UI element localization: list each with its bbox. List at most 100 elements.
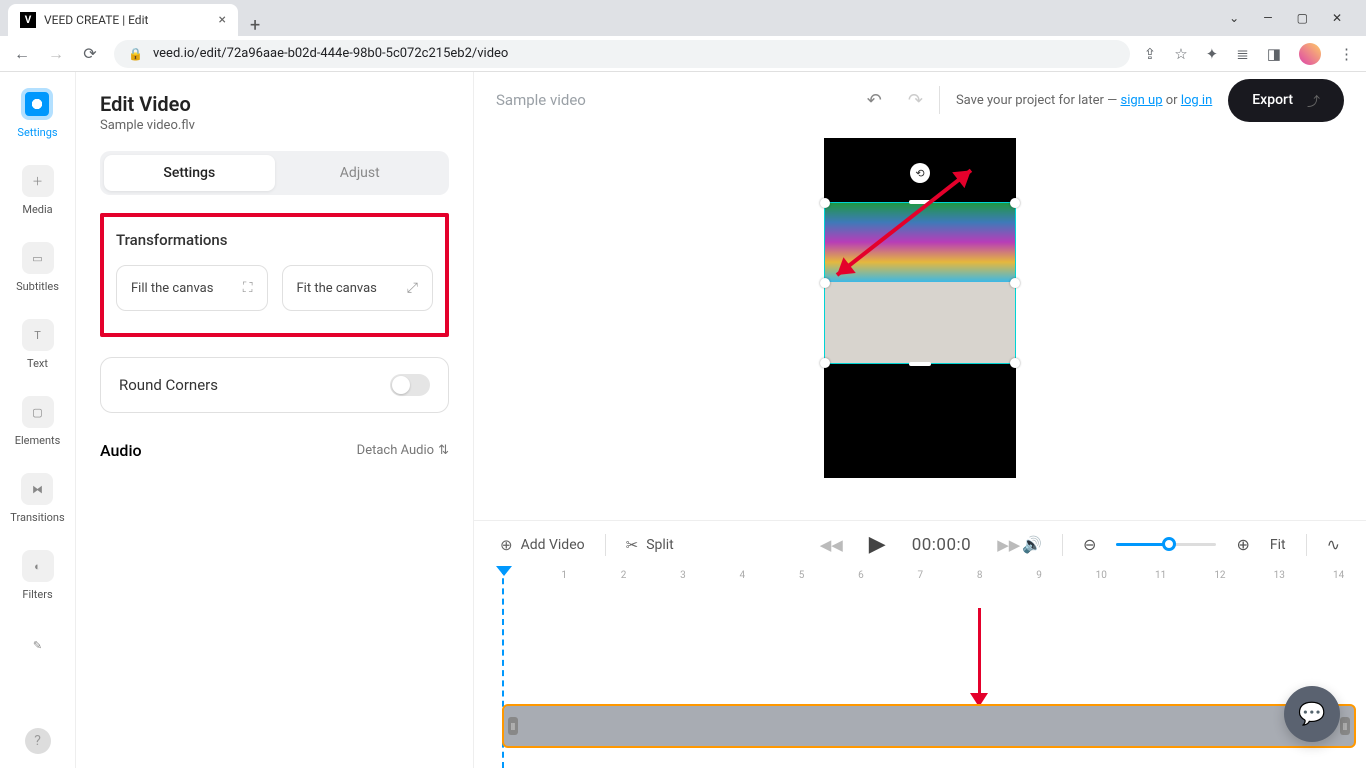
star-icon[interactable]: ☆ bbox=[1174, 45, 1187, 63]
export-button[interactable]: Export ⤴ bbox=[1228, 79, 1344, 122]
tick: 4 bbox=[739, 570, 745, 581]
sidebar-item-filters[interactable]: ◐ Filters bbox=[22, 550, 54, 601]
split-button[interactable]: ✂ Split bbox=[626, 536, 674, 554]
tick: 13 bbox=[1274, 570, 1285, 581]
sidebar-label: Elements bbox=[15, 434, 61, 447]
subtitles-icon: ▭ bbox=[22, 242, 54, 274]
resize-handle[interactable] bbox=[1010, 278, 1020, 288]
add-video-button[interactable]: ⊕ Add Video bbox=[500, 536, 585, 554]
sidebar-label: Filters bbox=[22, 588, 52, 601]
zoom-slider[interactable] bbox=[1116, 543, 1216, 546]
plus-icon: ＋ bbox=[22, 165, 54, 197]
skip-back-icon[interactable]: ◀◀ bbox=[820, 536, 843, 554]
edit-panel: Edit Video Sample video.flv Settings Adj… bbox=[76, 72, 474, 768]
minimize-icon[interactable]: — bbox=[1263, 11, 1272, 25]
button-label: Detach Audio bbox=[357, 443, 434, 458]
resize-handle[interactable] bbox=[820, 358, 830, 368]
elements-icon: ▢ bbox=[22, 396, 54, 428]
resize-handle[interactable] bbox=[1010, 358, 1020, 368]
transitions-icon: ⧓ bbox=[21, 473, 53, 505]
reading-list-icon[interactable]: ≣ bbox=[1236, 45, 1249, 63]
clip-handle-left[interactable]: || bbox=[508, 717, 518, 735]
zoom-out-icon[interactable]: ⊖ bbox=[1083, 535, 1096, 554]
detach-audio-button[interactable]: Detach Audio ⇅ bbox=[357, 443, 449, 458]
zoom-in-icon[interactable]: ⊕ bbox=[1236, 535, 1249, 554]
fill-canvas-button[interactable]: Fill the canvas ⛶ bbox=[116, 265, 268, 311]
undo-icon[interactable]: ↶ bbox=[867, 90, 882, 111]
extensions-icon[interactable]: ✦ bbox=[1206, 45, 1219, 63]
chat-support-button[interactable]: 💬 bbox=[1284, 686, 1340, 742]
video-clip[interactable]: || || bbox=[502, 704, 1356, 748]
timeline-toolbar: ⊕ Add Video ✂ Split ◀◀ ▶ 00:00:0 ▶▶ 🔊 ⊖ … bbox=[474, 520, 1366, 568]
resize-handle[interactable] bbox=[820, 198, 830, 208]
tab-adjust[interactable]: Adjust bbox=[275, 155, 446, 191]
reload-icon[interactable]: ⟳ bbox=[80, 44, 100, 63]
canvas-area: Sample video ↶ ↷ Save your project for l… bbox=[474, 72, 1366, 768]
maximize-icon[interactable]: ▢ bbox=[1297, 11, 1308, 25]
profile-avatar[interactable] bbox=[1299, 43, 1321, 65]
tick: 1 bbox=[561, 570, 567, 581]
project-name[interactable]: Sample video bbox=[496, 91, 586, 109]
sidebar-item-text[interactable]: T Text bbox=[22, 319, 54, 370]
side-panel-icon[interactable]: ◨ bbox=[1267, 45, 1281, 63]
url-input[interactable]: 🔒 veed.io/edit/72a96aae-b02d-444e-98b0-5… bbox=[114, 40, 1130, 68]
section-title: Transformations bbox=[116, 231, 433, 249]
button-label: Export bbox=[1252, 92, 1293, 108]
login-link[interactable]: log in bbox=[1181, 93, 1212, 108]
save-prompt: Save your project for later — sign up or… bbox=[956, 93, 1212, 108]
help-icon[interactable]: ? bbox=[25, 728, 51, 754]
tick: 12 bbox=[1214, 570, 1225, 581]
upload-icon: ⤴ bbox=[1307, 91, 1320, 110]
slider-thumb[interactable] bbox=[1162, 537, 1176, 551]
fit-canvas-button[interactable]: Fit the canvas ⤢ bbox=[282, 265, 434, 311]
button-label: Fit the canvas bbox=[297, 281, 377, 296]
selection-frame[interactable]: ⟲ bbox=[824, 202, 1016, 364]
play-icon[interactable]: ▶ bbox=[869, 532, 886, 557]
button-label: Fill the canvas bbox=[131, 281, 213, 296]
sidebar-item-media[interactable]: ＋ Media bbox=[22, 165, 54, 216]
share-icon[interactable]: ⇪ bbox=[1144, 45, 1157, 63]
skip-forward-icon[interactable]: ▶▶ bbox=[997, 536, 1020, 554]
signup-link[interactable]: sign up bbox=[1120, 93, 1162, 108]
filters-icon: ◐ bbox=[22, 550, 54, 582]
menu-icon[interactable]: ⋮ bbox=[1339, 45, 1354, 63]
sidebar-item-draw[interactable]: ✎ bbox=[22, 629, 54, 661]
resize-handle[interactable] bbox=[909, 362, 931, 366]
timeline-track[interactable]: 1 2 3 4 5 6 7 8 9 10 11 12 13 14 || || bbox=[474, 568, 1366, 768]
sidebar-label: Subtitles bbox=[16, 280, 59, 293]
window-controls: ⌄ — ▢ ✕ bbox=[1213, 0, 1358, 36]
address-bar: ← → ⟳ 🔒 veed.io/edit/72a96aae-b02d-444e-… bbox=[0, 36, 1366, 72]
tab-settings[interactable]: Settings bbox=[104, 155, 275, 191]
sidebar-item-elements[interactable]: ▢ Elements bbox=[15, 396, 61, 447]
panel-subtitle: Sample video.flv bbox=[100, 118, 449, 133]
video-preview[interactable]: ⟲ bbox=[824, 138, 1016, 478]
sidebar-item-transitions[interactable]: ⧓ Transitions bbox=[10, 473, 64, 524]
new-tab-button[interactable]: + bbox=[238, 15, 272, 36]
sidebar-label: Settings bbox=[17, 126, 57, 139]
fit-canvas-icon: ⤢ bbox=[407, 280, 418, 296]
volume-icon[interactable]: 🔊 bbox=[1022, 535, 1042, 554]
forward-icon: → bbox=[46, 44, 66, 64]
chevron-down-icon[interactable]: ⌄ bbox=[1229, 11, 1239, 25]
tab-close-icon[interactable]: × bbox=[219, 12, 226, 28]
clip-handle-right[interactable]: || bbox=[1340, 717, 1350, 735]
back-icon[interactable]: ← bbox=[12, 44, 32, 64]
tick: 5 bbox=[799, 570, 805, 581]
fit-button[interactable]: Fit bbox=[1270, 537, 1286, 553]
resize-handle[interactable] bbox=[1010, 198, 1020, 208]
rotate-handle[interactable]: ⟲ bbox=[910, 163, 930, 183]
round-corners-toggle[interactable] bbox=[390, 374, 430, 396]
audio-section: Audio Detach Audio ⇅ bbox=[100, 441, 449, 460]
lock-icon: 🔒 bbox=[128, 47, 143, 61]
browser-tab[interactable]: V VEED CREATE | Edit × bbox=[8, 4, 238, 36]
button-label: Split bbox=[646, 537, 674, 553]
sidebar-label: Media bbox=[22, 203, 52, 216]
sidebar-item-subtitles[interactable]: ▭ Subtitles bbox=[16, 242, 59, 293]
annotation-arrow bbox=[836, 169, 972, 277]
preview-canvas[interactable]: ⟲ bbox=[474, 128, 1366, 520]
sidebar-item-settings[interactable]: Settings bbox=[17, 88, 57, 139]
close-window-icon[interactable]: ✕ bbox=[1332, 11, 1342, 25]
redo-icon: ↷ bbox=[908, 90, 923, 111]
divider bbox=[605, 534, 606, 556]
waveform-icon[interactable]: ∿ bbox=[1327, 535, 1340, 554]
